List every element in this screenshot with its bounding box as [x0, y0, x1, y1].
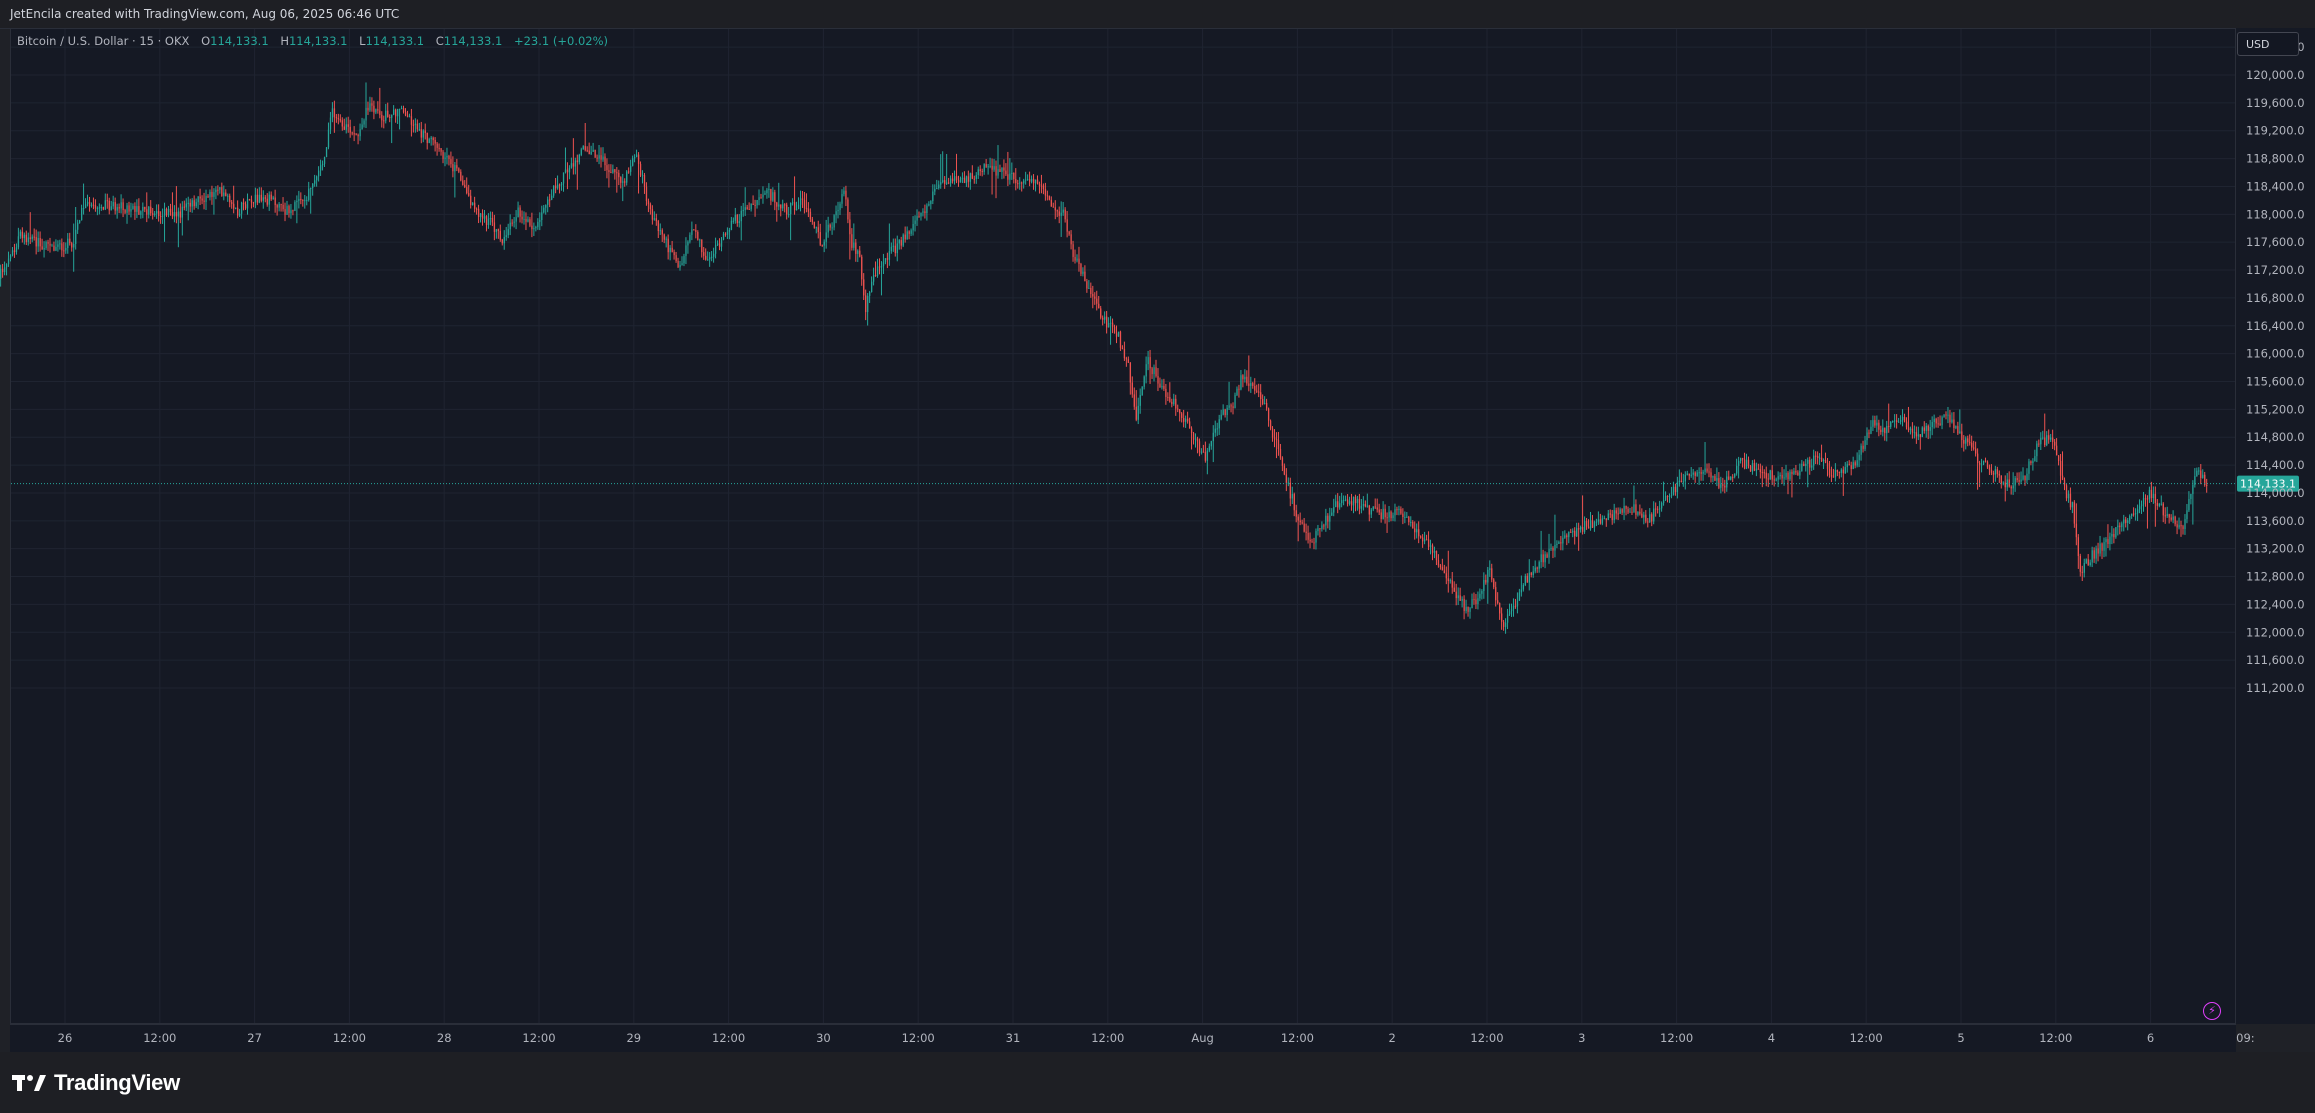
chart-pane[interactable]	[10, 28, 2236, 1024]
low-value: 114,133.1	[365, 34, 425, 48]
open-label: O	[201, 34, 211, 48]
open-value: 114,133.1	[210, 34, 269, 48]
tradingview-logo[interactable]: TradingView	[12, 1070, 180, 1096]
candle-body	[5, 264, 8, 268]
currency-button[interactable]: USD	[2237, 32, 2299, 56]
symbol-title: Bitcoin / U.S. Dollar · 15 · OKX	[17, 34, 190, 48]
time-axis[interactable]	[10, 1024, 2236, 1053]
high-value: 114,133.1	[288, 34, 348, 48]
brand-name: TradingView	[54, 1070, 180, 1095]
top-bar: JetEncila created with TradingView.com, …	[0, 0, 2315, 29]
candle-body	[0, 268, 2, 279]
candle-body	[1, 268, 4, 273]
close-label: C	[435, 34, 444, 48]
price-axis[interactable]	[2236, 28, 2315, 1024]
time-tick-label: 09:	[2236, 1031, 2255, 1045]
change-value: +23.1 (+0.02%)	[513, 34, 609, 48]
close-value: 114,133.1	[443, 34, 503, 48]
lightning-icon[interactable]: ⚡	[2203, 1002, 2221, 1020]
symbol-legend: Bitcoin / U.S. Dollar · 15 · OKX O114,13…	[17, 34, 608, 48]
footer	[0, 1052, 2315, 1113]
tradingview-mark-icon	[12, 1075, 46, 1091]
candle-body	[3, 267, 6, 273]
high-label: H	[280, 34, 289, 48]
credit-text: JetEncila created with TradingView.com, …	[10, 7, 400, 21]
